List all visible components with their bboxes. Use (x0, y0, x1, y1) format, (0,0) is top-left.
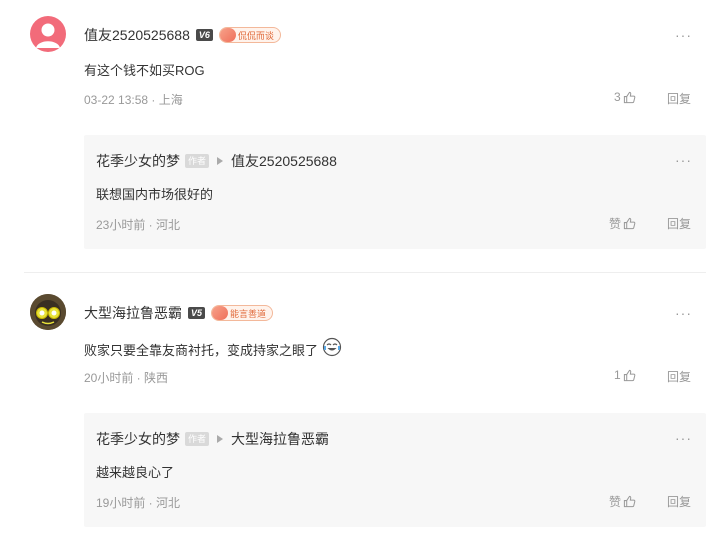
reply-content: 联想国内市场很好的 (96, 187, 214, 202)
reply-button[interactable]: 回复 (667, 215, 691, 232)
like-button[interactable]: 1 (614, 368, 636, 382)
comment-meta: 20小时前 · 陕西 (84, 371, 169, 385)
medal-icon (212, 306, 229, 320)
author-tag: 作者 (185, 154, 210, 168)
comment-content: 有这个钱不如买ROG (84, 63, 205, 78)
reply-arrow-icon (217, 435, 224, 443)
comment-meta: 03-22 13:58 · 上海 (84, 93, 183, 107)
like-label: 赞 (609, 495, 622, 509)
like-button[interactable]: 赞 (609, 493, 636, 510)
like-label: 赞 (609, 217, 622, 231)
reply-username[interactable]: 花季少女的梦 (96, 429, 180, 449)
level-badge: V5 (188, 307, 206, 319)
reply-button[interactable]: 回复 (667, 90, 691, 107)
comment-username[interactable]: 值友2520525688 (84, 25, 190, 45)
comment-divider (24, 272, 706, 273)
author-tag: 作者 (185, 432, 210, 446)
reply-target-username[interactable]: 大型海拉鲁恶霸 (231, 429, 329, 449)
level-badge: V6 (195, 29, 213, 41)
reply-meta: 23小时前 · 河北 (96, 218, 181, 232)
thumbs-up-icon (623, 495, 636, 508)
avatar[interactable] (30, 294, 66, 330)
medal-badge: 侃侃而谈 (218, 27, 281, 43)
thumbs-up-icon (623, 369, 636, 382)
like-count: 1 (614, 368, 621, 382)
medal-label: 能言善道 (230, 308, 267, 319)
like-count: 3 (614, 90, 621, 104)
more-options-icon[interactable]: ··· (675, 28, 692, 42)
more-options-icon[interactable]: ··· (675, 153, 692, 167)
more-options-icon[interactable]: ··· (675, 431, 692, 445)
avatar[interactable] (30, 16, 66, 52)
reply-button[interactable]: 回复 (667, 493, 691, 510)
reply-meta: 19小时前 · 河北 (96, 496, 181, 510)
comment-username[interactable]: 大型海拉鲁恶霸 (84, 303, 182, 323)
reply-target-username[interactable]: 值友2520525688 (231, 151, 337, 171)
medal-icon (219, 28, 236, 42)
more-options-icon[interactable]: ··· (675, 306, 692, 320)
reply-button[interactable]: 回复 (667, 368, 691, 385)
medal-badge: 能言善道 (211, 305, 274, 321)
thumbs-up-icon (623, 91, 636, 104)
like-button[interactable]: 赞 (609, 215, 636, 232)
thumbs-up-icon (623, 217, 636, 230)
reply-username[interactable]: 花季少女的梦 (96, 151, 180, 171)
reply-arrow-icon (217, 157, 224, 165)
comment-content: 败家只要全靠友商衬托，变成持家之眼了 (84, 343, 319, 358)
like-button[interactable]: 3 (614, 90, 636, 104)
crying-laughing-emoji-icon (322, 337, 342, 362)
reply-content: 越来越良心了 (96, 465, 175, 480)
medal-label: 侃侃而谈 (237, 30, 274, 41)
